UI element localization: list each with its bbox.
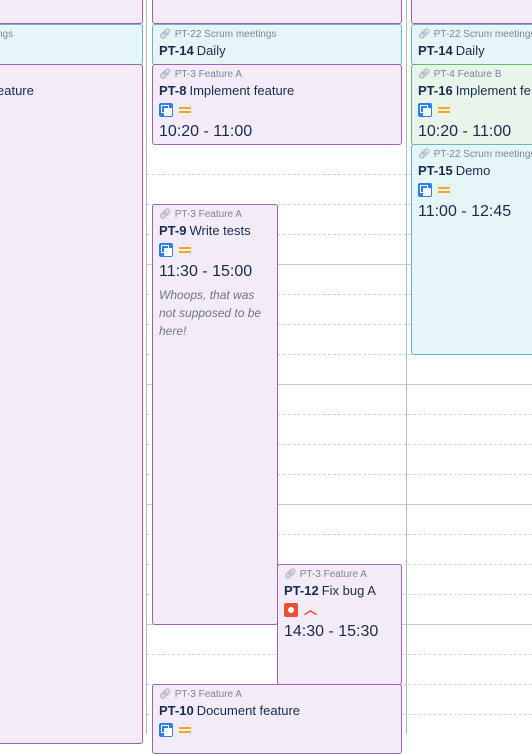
priority-high-icon: ︿ <box>304 602 318 617</box>
epic-label: 🔗︎ PT-3 Feature A <box>284 569 367 580</box>
story-icon <box>418 103 432 117</box>
event-title: PT-16 Implement fe <box>418 83 531 98</box>
day-column-divider <box>146 0 147 734</box>
event-card[interactable]: 🔗︎ PT-22 Scrum meetings PT-14 Daily <box>411 24 532 65</box>
event-card[interactable]: 🔗︎ PT-3 Feature A PT-9 Write tests 11:30 -… <box>152 204 278 625</box>
story-icon <box>159 723 173 737</box>
epic-label: 🔗︎ PT-3 Feature A <box>159 689 242 700</box>
event-card[interactable]: 🔗︎ PT-4 Feature B PT-16 Implement fe 10:20… <box>411 64 532 145</box>
event-title: PT-15 Demo <box>418 163 491 178</box>
epic-label: 🔗︎ PT-22 Scrum meetings <box>418 29 532 40</box>
link-icon: 🔗︎ <box>418 149 431 160</box>
event-card[interactable]: ngs <box>0 24 143 65</box>
link-icon: 🔗︎ <box>284 569 297 580</box>
event-title: PT-14 Daily <box>159 43 226 58</box>
event-card[interactable]: 🔗︎ PT-3 Feature A PT-12 Fix bug A ︿ 14:30 … <box>277 564 402 685</box>
event-card[interactable]: eature <box>0 64 143 744</box>
epic-label: 🔗︎ PT-22 Scrum meetings <box>159 29 277 40</box>
event-title: PT-14 Daily <box>418 43 485 58</box>
link-icon: 🔗︎ <box>159 209 172 220</box>
event-card[interactable]: 🔗︎ PT-3 Feature A PT-8 Implement feature 1… <box>152 64 402 145</box>
event-time: 10:20 - 11:00 <box>159 123 253 140</box>
bug-icon <box>284 603 298 617</box>
story-icon <box>159 243 173 257</box>
epic-label: 🔗︎ PT-3 Feature A <box>159 69 242 80</box>
event-title: PT-8 Implement feature <box>159 83 295 98</box>
event-title: PT-9 Write tests <box>159 223 251 238</box>
event-time: 11:30 - 15:00 <box>159 263 253 280</box>
event-card[interactable] <box>411 0 532 24</box>
link-icon: 🔗︎ <box>159 29 172 40</box>
event-title: PT-10 Document feature <box>159 703 301 718</box>
day-column-divider <box>406 0 407 734</box>
event-card[interactable] <box>152 0 402 24</box>
story-icon <box>159 103 173 117</box>
epic-label: 🔗︎ PT-3 Feature A <box>159 209 242 220</box>
event-time: 11:00 - 12:45 <box>418 203 512 220</box>
priority-medium-icon <box>438 185 450 195</box>
event-card[interactable]: 🔗︎ PT-22 Scrum meetings PT-15 Demo 11:00 -… <box>411 144 532 355</box>
event-title: eature <box>0 83 34 98</box>
link-icon: 🔗︎ <box>159 689 172 700</box>
link-icon: 🔗︎ <box>418 69 431 80</box>
event-time: 14:30 - 15:30 <box>284 623 379 640</box>
link-icon: 🔗︎ <box>159 69 172 80</box>
epic-label: 🔗︎ PT-22 Scrum meetings <box>418 149 532 160</box>
event-card[interactable]: 🔗︎ PT-22 Scrum meetings PT-14 Daily <box>152 24 402 65</box>
event-card[interactable]: 🔗︎ PT-3 Feature A PT-10 Document feature <box>152 684 402 754</box>
event-note: Whoops, that was not supposed to be here… <box>159 288 262 338</box>
event-card[interactable] <box>0 0 143 24</box>
priority-medium-icon <box>438 105 450 115</box>
event-title: PT-12 Fix bug A <box>284 583 376 598</box>
link-icon: 🔗︎ <box>418 29 431 40</box>
priority-medium-icon <box>179 245 191 255</box>
epic-label: 🔗︎ PT-4 Feature B <box>418 69 502 80</box>
event-time: 10:20 - 11:00 <box>418 123 512 140</box>
priority-medium-icon <box>179 105 191 115</box>
story-icon <box>418 183 432 197</box>
epic-label: ngs <box>0 29 14 40</box>
